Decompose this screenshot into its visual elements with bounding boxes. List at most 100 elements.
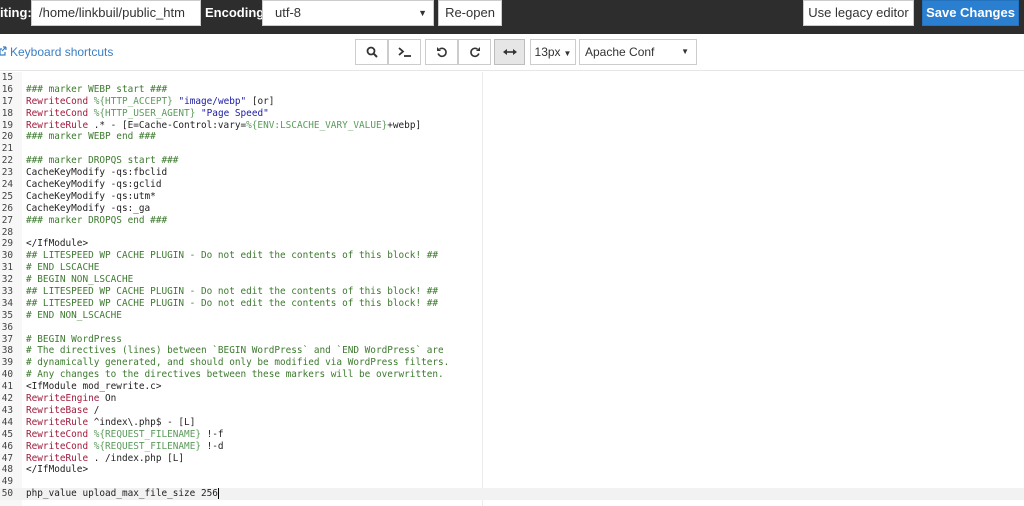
code-line[interactable]: 25 CacheKeyModify -qs:utm* (0, 191, 1024, 203)
code-token: RewriteCond (26, 95, 89, 107)
code-line[interactable]: 28 (0, 227, 1024, 239)
code-line[interactable]: 23 CacheKeyModify -qs:fbclid (0, 167, 1024, 179)
code-line[interactable]: 35 # END NON_LSCACHE (0, 310, 1024, 322)
code-editor[interactable]: 15 16 ### marker WEBP start ### 17 RewriteCo… (0, 72, 1024, 506)
font-size-select[interactable]: 13px ▼ (530, 39, 576, 65)
code-line[interactable]: 21 (0, 143, 1024, 155)
code-line[interactable]: 27 ### marker DROPQS end ### (0, 215, 1024, 227)
external-link-icon (0, 45, 8, 59)
code-line[interactable]: 32 # BEGIN NON_LSCACHE (0, 274, 1024, 286)
code-token: CacheKeyModify -qs:fbclid (26, 167, 168, 179)
code-line[interactable]: 48 </IfModule> (0, 464, 1024, 476)
line-text: CacheKeyModify -qs:utm* (26, 191, 156, 203)
code-line[interactable]: 41 <IfModule mod_rewrite.c> (0, 381, 1024, 393)
code-token: RewriteRule (26, 416, 89, 428)
code-lines: 15 16 ### marker WEBP start ### 17 RewriteCo… (0, 72, 1024, 501)
reopen-button[interactable]: Re-open (438, 0, 502, 26)
code-token: php_value upload_max_file_size 256 (26, 488, 218, 500)
line-number: 24 (1, 179, 13, 191)
line-number: 22 (1, 155, 13, 167)
code-line[interactable]: 22 ### marker DROPQS start ### (0, 155, 1024, 167)
code-line[interactable]: 16 ### marker WEBP start ### (0, 84, 1024, 96)
code-token: %{HTTP_ACCEPT} (93, 95, 173, 107)
code-line[interactable]: 20 ### marker WEBP end ### (0, 131, 1024, 143)
code-line[interactable]: 38 # The directives (lines) between `BEGI… (0, 345, 1024, 357)
line-number: 35 (1, 309, 13, 321)
line-text: RewriteCond %{REQUEST_FILENAME} !-d (26, 441, 224, 453)
code-token: !-f (201, 428, 224, 440)
line-text: CacheKeyModify -qs:gclid (26, 179, 161, 191)
file-path-field[interactable]: /home/linkbuil/public_htm (31, 0, 201, 26)
code-line[interactable]: 44 RewriteRule ^index\.php$ - [L] (0, 417, 1024, 429)
chevron-down-icon: ▼ (681, 47, 689, 56)
code-token: ## LITESPEED WP CACHE PLUGIN - Do not ed… (26, 250, 439, 262)
code-token: CacheKeyModify -qs:utm* (26, 190, 156, 202)
code-line[interactable]: 46 RewriteCond %{REQUEST_FILENAME} !-d (0, 441, 1024, 453)
encoding-select[interactable]: utf-8 ▼ (262, 0, 434, 26)
line-text: RewriteRule . /index.php [L] (26, 453, 184, 465)
code-line[interactable]: 45 RewriteCond %{REQUEST_FILENAME} !-f (0, 429, 1024, 441)
line-number: 16 (1, 83, 13, 95)
code-token: RewriteCond (26, 440, 89, 452)
code-line[interactable]: 37 # BEGIN WordPress (0, 334, 1024, 346)
use-legacy-editor-button[interactable]: Use legacy editor (803, 0, 914, 26)
code-line[interactable]: 19 RewriteRule .* - [E=Cache-Control:vary… (0, 120, 1024, 132)
code-line[interactable]: 30 ## LITESPEED WP CACHE PLUGIN - Do not … (0, 250, 1024, 262)
code-line[interactable]: 31 # END LSCACHE (0, 262, 1024, 274)
code-line[interactable]: 42 RewriteEngine On (0, 393, 1024, 405)
save-changes-button[interactable]: Save Changes (922, 0, 1019, 26)
code-line[interactable]: 36 (0, 322, 1024, 334)
line-text: # BEGIN NON_LSCACHE (26, 274, 133, 286)
terminal-icon (397, 47, 411, 57)
code-line[interactable]: 17 RewriteCond %{HTTP_ACCEPT} "image/webp… (0, 96, 1024, 108)
code-line[interactable]: 39 # dynamically generated, and should on… (0, 357, 1024, 369)
line-number: 18 (1, 107, 13, 119)
line-number: 26 (1, 202, 13, 214)
language-mode-select[interactable]: Apache Conf ▼ (579, 39, 697, 65)
code-line[interactable]: 29 </IfModule> (0, 238, 1024, 250)
line-text: </IfModule> (26, 464, 88, 476)
line-text: ## LITESPEED WP CACHE PLUGIN - Do not ed… (26, 298, 438, 310)
wrap-toggle-button[interactable] (494, 39, 525, 65)
code-line[interactable]: 26 CacheKeyModify -qs:_ga (0, 203, 1024, 215)
code-line[interactable]: 34 ## LITESPEED WP CACHE PLUGIN - Do not … (0, 298, 1024, 310)
code-line[interactable]: 24 CacheKeyModify -qs:gclid (0, 179, 1024, 191)
redo-button[interactable] (458, 39, 491, 65)
search-icon (366, 46, 378, 58)
code-line[interactable]: 49 (0, 476, 1024, 488)
line-number: 40 (1, 369, 13, 381)
go-to-line-button[interactable] (388, 39, 421, 65)
line-number: 43 (1, 404, 13, 416)
code-line[interactable]: 18 RewriteCond %{HTTP_USER_AGENT} "Page S… (0, 108, 1024, 120)
code-token: ## LITESPEED WP CACHE PLUGIN - Do not ed… (26, 286, 439, 298)
code-token: %{REQUEST_FILENAME} (93, 428, 201, 440)
code-line[interactable]: 47 RewriteRule . /index.php [L] (0, 453, 1024, 465)
code-line[interactable]: 50 php_value upload_max_file_size 256 (0, 488, 1024, 501)
line-number: 25 (1, 190, 13, 202)
code-token: </IfModule> (26, 464, 89, 476)
code-token: RewriteEngine (26, 393, 100, 405)
code-token: %{ENV:LSCACHE_VARY_VALUE} (246, 119, 388, 131)
code-line[interactable]: 43 RewriteBase / (0, 405, 1024, 417)
code-token: # BEGIN NON_LSCACHE (26, 274, 134, 286)
line-text: # END LSCACHE (26, 262, 99, 274)
line-number: 34 (1, 297, 13, 309)
encoding-value: utf-8 (275, 5, 302, 20)
code-line[interactable]: 40 # Any changes to the directives betwee… (0, 369, 1024, 381)
code-token: "image/webp" (178, 95, 247, 107)
line-number: 30 (1, 250, 13, 262)
line-number: 36 (1, 321, 13, 333)
line-text: ### marker WEBP end ### (26, 131, 156, 143)
code-token: ### marker WEBP end ### (26, 131, 156, 143)
line-text: RewriteCond %{HTTP_USER_AGENT} "Page Spe… (26, 108, 269, 120)
undo-button[interactable] (425, 39, 458, 65)
line-number: 44 (1, 416, 13, 428)
line-number: 46 (1, 440, 13, 452)
code-line[interactable]: 15 (0, 72, 1024, 84)
code-line[interactable]: 33 ## LITESPEED WP CACHE PLUGIN - Do not … (0, 286, 1024, 298)
line-text: RewriteRule ^index\.php$ - [L] (26, 417, 195, 429)
keyboard-shortcuts-link[interactable]: Keyboard shortcuts (0, 45, 113, 59)
code-token: RewriteRule (26, 119, 89, 131)
text-cursor (217, 488, 219, 500)
search-button[interactable] (355, 39, 388, 65)
